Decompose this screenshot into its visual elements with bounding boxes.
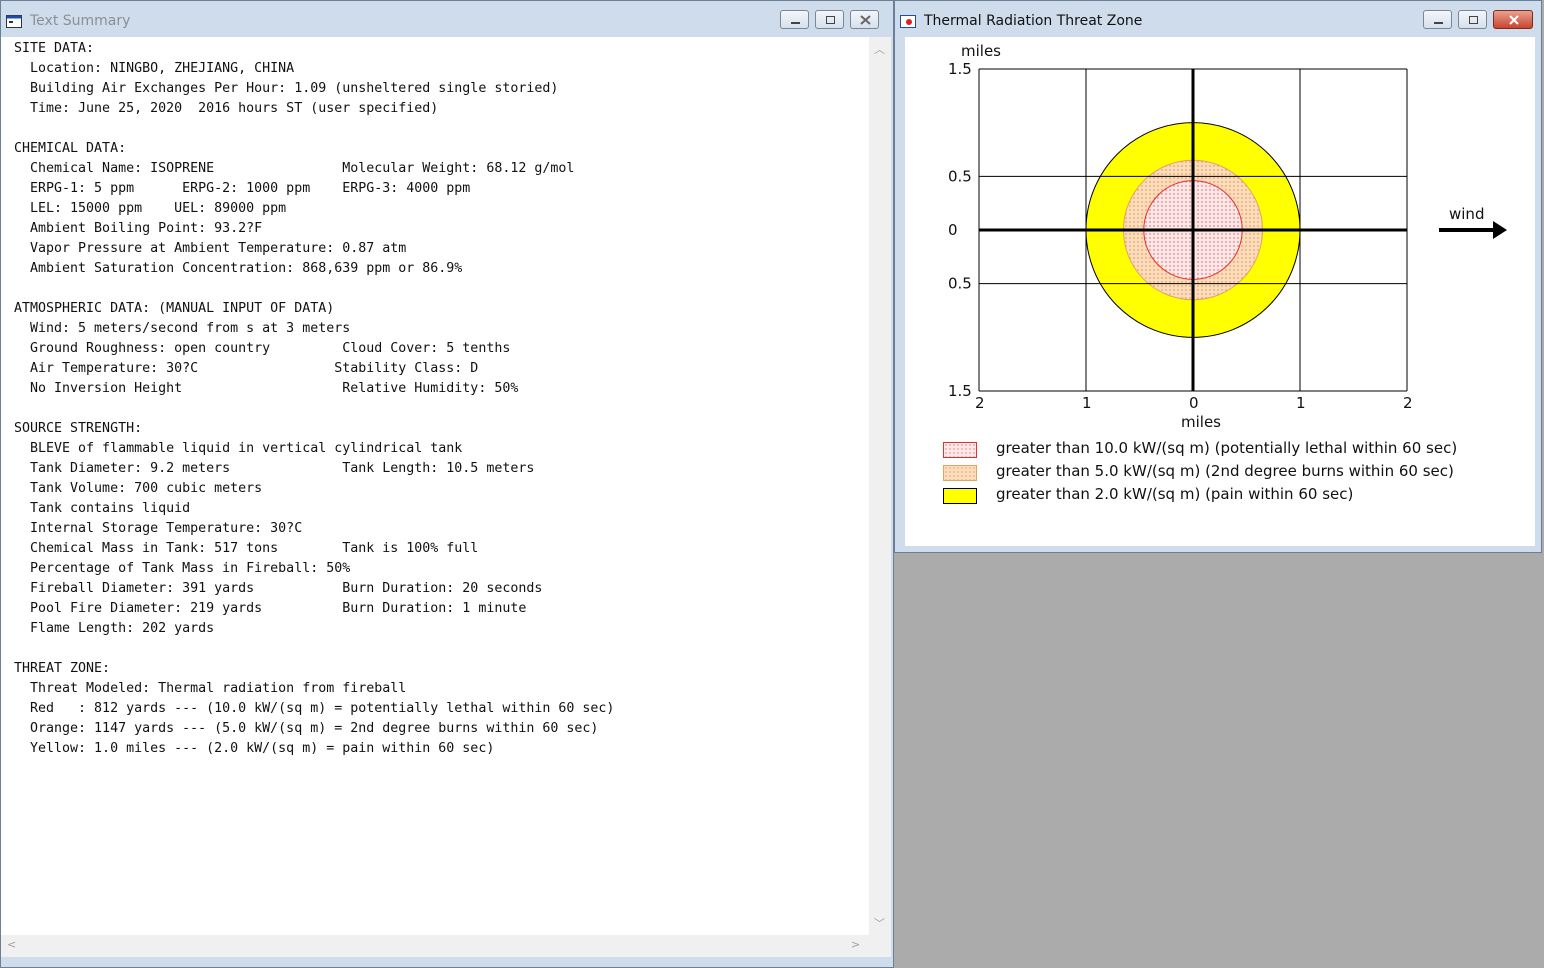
y-tick-label: 0.5 [948,275,972,293]
y-unit-label: miles [961,42,1001,60]
summary-line: BLEVE of flammable liquid in vertical cy… [14,441,463,456]
minimize-icon [791,22,800,24]
maximize-button[interactable] [815,10,844,29]
maximize-button[interactable] [1458,10,1487,29]
close-button[interactable] [1493,10,1533,29]
scroll-right-icon[interactable]: > [851,938,860,951]
minimize-button[interactable] [780,10,809,29]
summary-line: Location: NINGBO, ZHEJIANG, CHINA [14,61,295,76]
legend-swatch [943,442,977,458]
summary-line: ATMOSPHERIC DATA: (MANUAL INPUT OF DATA) [14,301,335,316]
summary-line: SOURCE STRENGTH: [14,421,143,436]
close-icon [860,15,871,25]
threat-window-icon [900,13,916,28]
summary-line: Yellow: 1.0 miles --- (2.0 kW/(sq m) = p… [14,741,495,756]
summary-line: THREAT ZONE: [14,661,111,676]
resize-grip[interactable] [869,935,891,957]
wind-label: wind [1449,205,1484,223]
x-tick-label: 1 [1082,394,1092,412]
summary-line: Chemical Mass in Tank: 517 tons Tank is … [14,541,479,556]
threat-zone-title: Thermal Radiation Threat Zone [924,13,1143,29]
summary-line: Percentage of Tank Mass in Fireball: 50% [14,561,351,576]
summary-line: Threat Modeled: Thermal radiation from f… [14,681,407,696]
vertical-scrollbar[interactable]: ︿ ﹀ [869,37,891,935]
summary-line: Vapor Pressure at Ambient Temperature: 0… [14,241,407,256]
summary-line: Fireball Diameter: 391 yards Burn Durati… [14,581,543,596]
summary-line: ERPG-1: 5 ppm ERPG-2: 1000 ppm ERPG-3: 4… [14,181,471,196]
close-button[interactable] [850,10,879,29]
text-summary-titlebar[interactable]: Text Summary [1,1,893,37]
summary-line: Red : 812 yards --- (10.0 kW/(sq m) = po… [14,701,615,716]
summary-line: No Inversion Height Relative Humidity: 5… [14,381,519,396]
scroll-left-icon[interactable]: < [7,938,16,951]
summary-line: Air Temperature: 30?C Stability Class: D [14,361,479,376]
y-tick-label: 1.5 [948,382,972,400]
summary-line: Tank Diameter: 9.2 meters Tank Length: 1… [14,461,535,476]
summary-line: Pool Fire Diameter: 219 yards Burn Durat… [14,601,527,616]
summary-line: Orange: 1147 yards --- (5.0 kW/(sq m) = … [14,721,599,736]
summary-line: Chemical Name: ISOPRENE Molecular Weight… [14,161,575,176]
text-summary-title: Text Summary [30,13,131,29]
summary-line: Internal Storage Temperature: 30?C [14,521,303,536]
y-tick-label: 1.5 [948,60,972,78]
threat-zone-window: Thermal Radiation Threat Zone 1.5 0.5 0 … [894,0,1542,553]
y-tick-label: 0 [948,221,958,239]
summary-line: SITE DATA: [14,41,95,56]
threat-zone-chart: 1.50.500.51.52 1 0 1 2 miles miles wind [948,42,1507,431]
x-tick-label: 2 [975,394,985,412]
x-tick-label: 1 [1296,394,1306,412]
summary-line [14,399,614,419]
y-tick-label: 0.5 [948,167,972,185]
summary-line [14,279,614,299]
text-summary-window: Text Summary SITE DATA: Location: NINGBO… [0,0,894,968]
restore-icon [1469,16,1478,24]
summary-line [14,639,614,659]
x-tick-label: 2 [1403,394,1413,412]
summary-line: Time: June 25, 2020 2016 hours ST (user … [14,101,439,116]
summary-line: LEL: 15000 ppm UEL: 89000 ppm [14,201,287,216]
summary-line: Ground Roughness: open country Cloud Cov… [14,341,511,356]
summary-line [14,119,614,139]
legend-swatch [943,488,977,504]
summary-line: Flame Length: 202 yards [14,621,215,636]
x-unit-label: miles [1181,413,1221,431]
summary-line: Tank contains liquid [14,501,191,516]
summary-line: Tank Volume: 700 cubic meters [14,481,263,496]
x-tick-label: 0 [1189,394,1199,412]
text-window-controls [774,10,879,30]
minimize-icon [1434,22,1443,24]
scroll-up-icon[interactable]: ︿ [874,41,885,57]
summary-line: Ambient Saturation Concentration: 868,63… [14,261,463,276]
legend-label: greater than 10.0 kW/(sq m) (potentially… [996,439,1458,457]
summary-line: CHEMICAL DATA: [14,141,127,156]
restore-icon [826,16,835,24]
threat-zone-plot-area: 1.5 0.5 0 0.5 1.5 2 1 0 1 2 miles miles wind grea… [905,37,1535,546]
summary-text: SITE DATA: Location: NINGBO, ZHEJIANG, C… [14,39,614,759]
text-window-icon [6,13,22,28]
close-icon [1509,15,1519,25]
horizontal-scrollbar[interactable]: < > [1,935,869,957]
scroll-down-icon[interactable]: ﹀ [874,915,885,931]
legend-swatch [943,465,977,481]
summary-line: Building Air Exchanges Per Hour: 1.09 (u… [14,81,559,96]
legend-label: greater than 2.0 kW/(sq m) (pain within … [996,485,1354,503]
text-summary-content[interactable]: SITE DATA: Location: NINGBO, ZHEJIANG, C… [1,37,869,935]
threat-zone-titlebar[interactable]: Thermal Radiation Threat Zone [895,1,1541,37]
summary-line: Ambient Boiling Point: 93.2?F [14,221,263,236]
wind-arrow-icon [1439,221,1507,239]
legend-label: greater than 5.0 kW/(sq m) (2nd degree b… [996,462,1454,480]
minimize-button[interactable] [1423,10,1452,29]
summary-line: Wind: 5 meters/second from s at 3 meters [14,321,351,336]
threat-window-controls [1417,10,1533,30]
